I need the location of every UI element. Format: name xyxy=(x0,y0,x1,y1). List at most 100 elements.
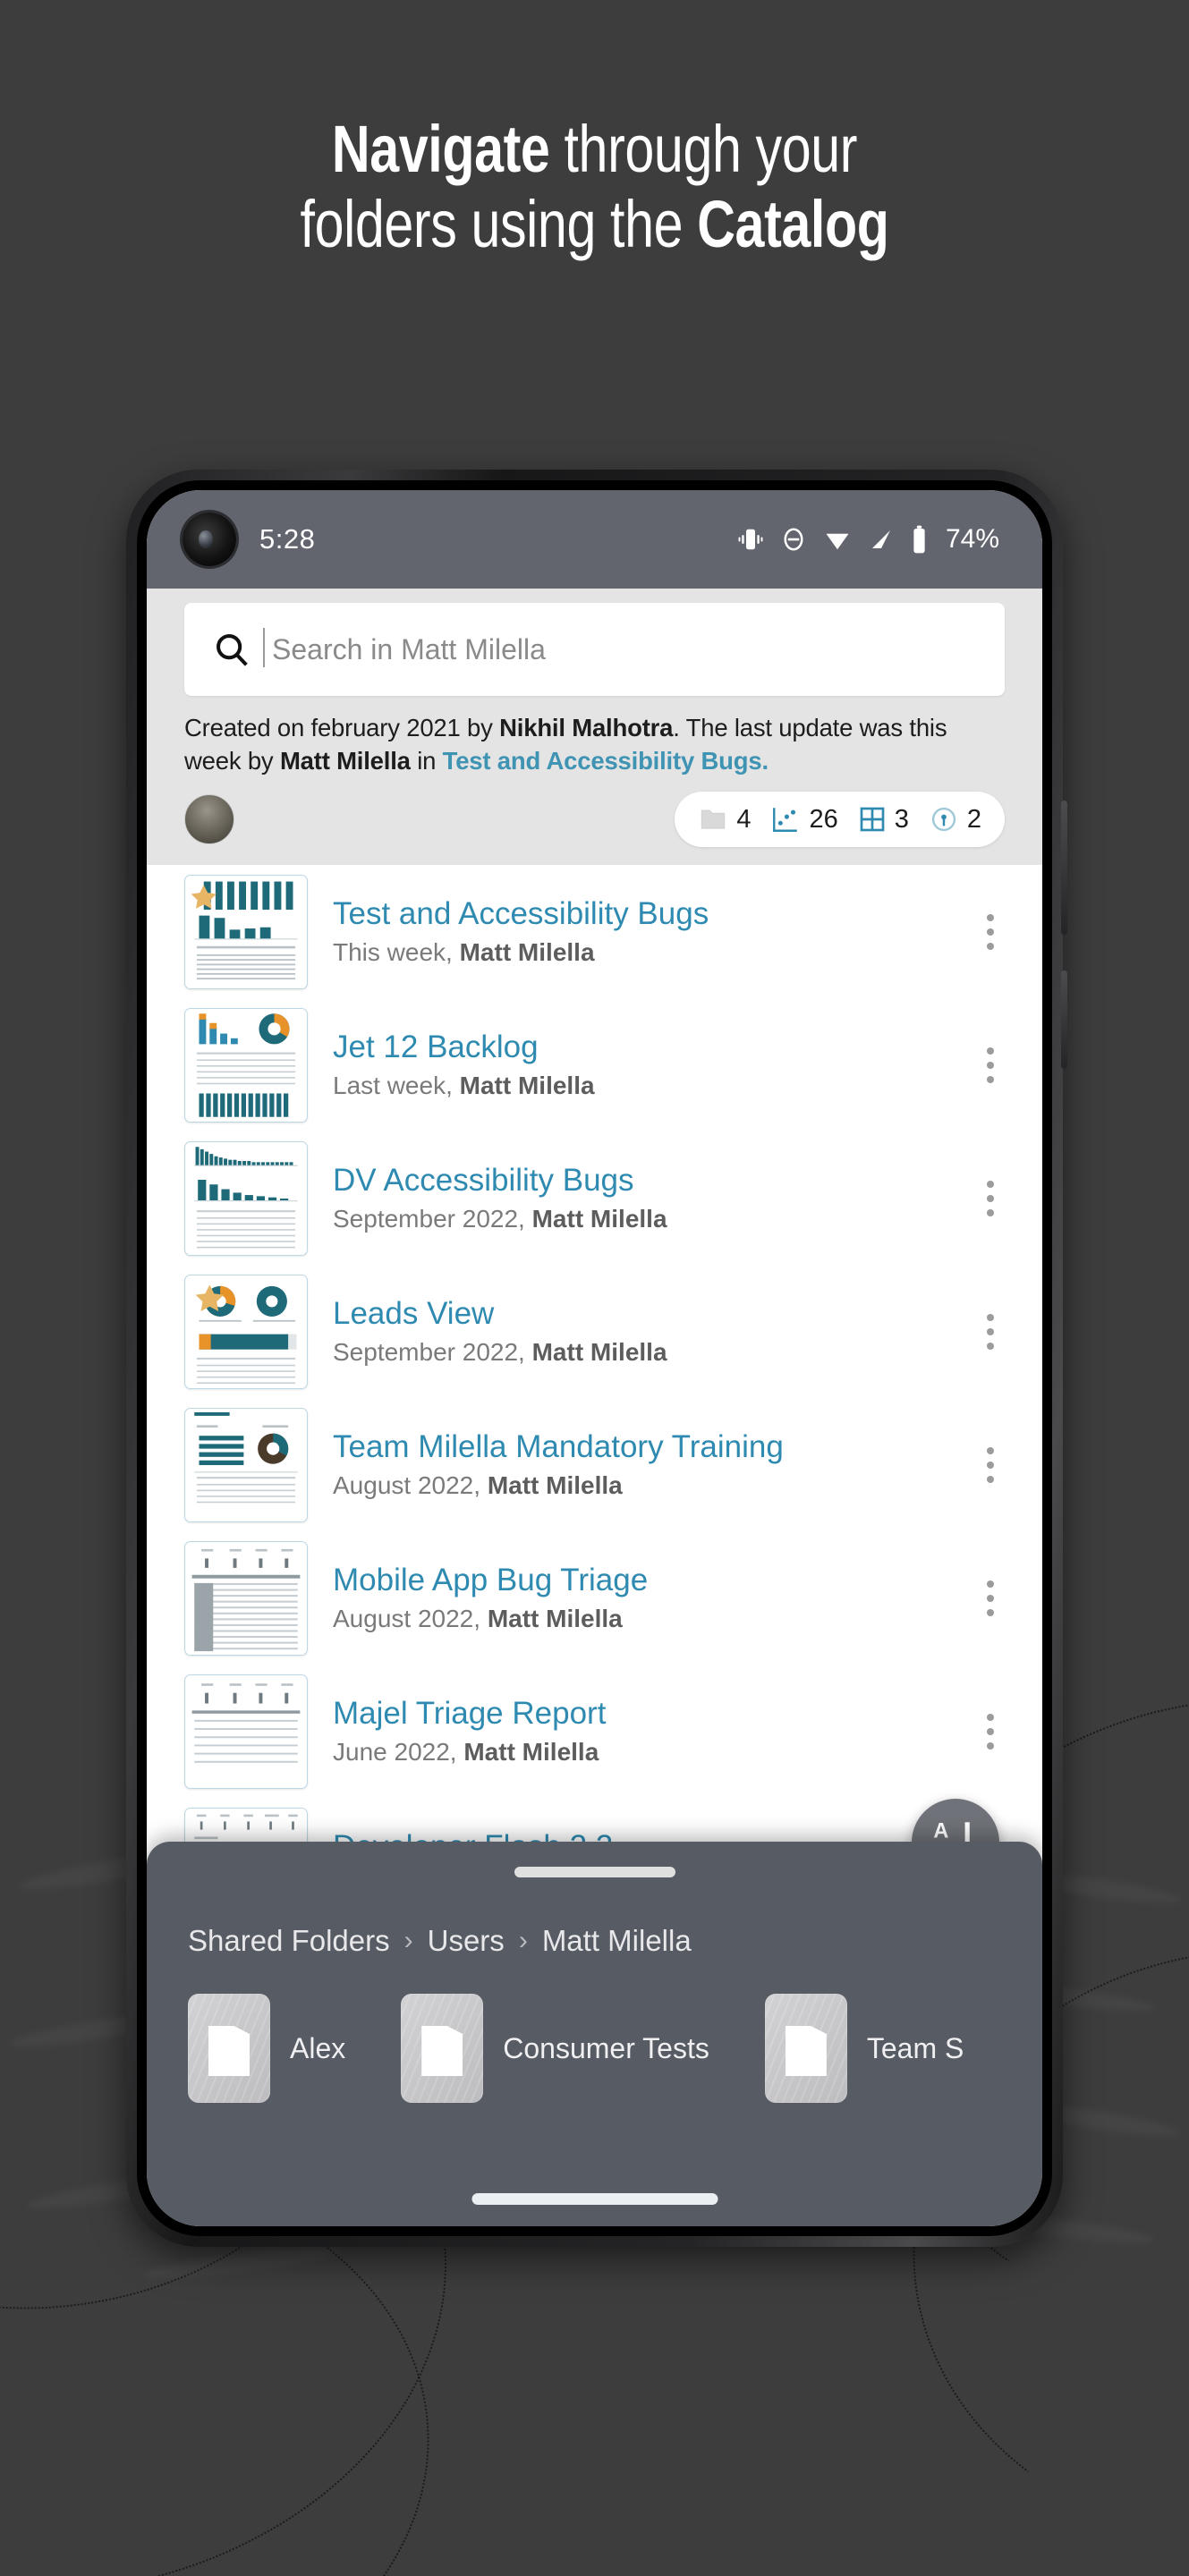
folder-chip-label: Team S xyxy=(866,2031,964,2064)
status-icon-group: 74% xyxy=(737,524,999,555)
list-item[interactable]: Jet 12 Backlog Last week, Matt Milella xyxy=(147,998,1042,1131)
sheet-drag-handle[interactable] xyxy=(514,1867,675,1877)
folder-chip-consumer-tests[interactable]: Consumer Tests xyxy=(401,1994,709,2103)
list-item[interactable]: Team Milella Mandatory Training August 2… xyxy=(147,1398,1042,1531)
item-thumbnail xyxy=(184,1274,308,1389)
power-button[interactable] xyxy=(1061,970,1067,1069)
item-more-options-button[interactable] xyxy=(972,1180,1015,1216)
item-author: Matt Milella xyxy=(487,1605,623,1633)
item-subtitle: This week, Matt Milella xyxy=(333,938,595,967)
catalog-header: Search in Matt Milella Created on februa… xyxy=(147,589,1042,866)
item-more-options-button[interactable] xyxy=(972,1580,1015,1616)
item-date: September 2022 xyxy=(333,1205,519,1233)
folder-chip-alex[interactable]: Alex xyxy=(188,1994,345,2103)
item-more-options-button[interactable] xyxy=(972,1713,1015,1750)
headline-emphasis-navigate: Navigate xyxy=(331,112,550,186)
stat-folders-value: 4 xyxy=(736,804,752,834)
item-title[interactable]: Jet 12 Backlog xyxy=(333,1030,972,1065)
item-date: August 2022 xyxy=(333,1605,474,1633)
stat-views-value: 26 xyxy=(809,804,838,834)
catalog-navigation-sheet[interactable]: Shared Folders › Users › Matt Milella Al… xyxy=(147,1842,1042,2226)
item-date: This week xyxy=(333,938,446,967)
item-more-options-button[interactable] xyxy=(972,1313,1015,1350)
meta-creator: Nikhil Malhotra xyxy=(499,714,674,741)
stat-views[interactable]: 26 xyxy=(770,804,838,835)
meta-location-link[interactable]: Test and Accessibility Bugs. xyxy=(443,747,769,775)
owner-and-stats-row: 4 26 3 2 xyxy=(184,777,1005,865)
stat-datasources[interactable]: 2 xyxy=(929,804,981,835)
item-date: Last week xyxy=(333,1072,446,1100)
headline-line-2: folders using the Catalog xyxy=(119,187,1070,262)
home-indicator[interactable] xyxy=(471,2193,718,2205)
stat-datasources-value: 2 xyxy=(966,804,981,834)
item-subtitle: Last week, Matt Milella xyxy=(333,1072,595,1100)
item-thumbnail xyxy=(184,1007,308,1123)
item-title[interactable]: Team Milella Mandatory Training xyxy=(333,1429,972,1465)
list-item[interactable]: Mobile App Bug Triage August 2022, Matt … xyxy=(147,1531,1042,1665)
item-title[interactable]: Majel Triage Report xyxy=(333,1696,972,1732)
item-title[interactable]: Mobile App Bug Triage xyxy=(333,1563,972,1598)
meta-in-word: in xyxy=(410,746,443,775)
item-subtitle: September 2022, Matt Milella xyxy=(333,1205,667,1233)
item-more-options-button[interactable] xyxy=(972,1046,1015,1083)
folder-icon xyxy=(764,1994,847,2103)
catalog-item-list[interactable]: Test and Accessibility Bugs This week, M… xyxy=(147,865,1042,1921)
item-thumbnail xyxy=(184,874,308,989)
item-title[interactable]: DV Accessibility Bugs xyxy=(333,1163,972,1199)
breadcrumb: Shared Folders › Users › Matt Milella xyxy=(147,1877,1042,1958)
item-author: Matt Milella xyxy=(459,938,595,967)
list-item[interactable]: Majel Triage Report June 2022, Matt Mile… xyxy=(147,1665,1042,1798)
list-item[interactable]: Leads View September 2022, Matt Milella xyxy=(147,1265,1042,1398)
volume-button[interactable] xyxy=(1061,801,1067,935)
folder-chip-label: Consumer Tests xyxy=(503,2031,709,2064)
item-date: September 2022 xyxy=(333,1338,519,1367)
cell-signal-icon xyxy=(871,530,890,548)
folder-metadata-text: Created on february 2021 by Nikhil Malho… xyxy=(184,712,1005,777)
dashboard-icon xyxy=(860,807,885,832)
folder-icon xyxy=(188,1994,270,2103)
list-item[interactable]: Test and Accessibility Bugs This week, M… xyxy=(147,865,1042,998)
stat-dashboards[interactable]: 3 xyxy=(858,805,909,835)
item-author: Matt Milella xyxy=(531,1338,667,1367)
front-camera-icon xyxy=(183,513,236,566)
headline-line-1-rest: through your xyxy=(549,112,858,186)
meta-prefix: Created on february 2021 by xyxy=(184,714,500,741)
chevron-right-icon: › xyxy=(403,1926,413,1955)
search-icon xyxy=(217,634,248,666)
item-thumbnail xyxy=(184,1140,308,1256)
item-more-options-button[interactable] xyxy=(972,1446,1015,1483)
list-item[interactable]: DV Accessibility Bugs September 2022, Ma… xyxy=(147,1131,1042,1265)
folder-icon xyxy=(401,1994,484,2103)
item-subtitle: August 2022, Matt Milella xyxy=(333,1471,623,1500)
headline-line-1: Navigate through your xyxy=(119,112,1070,187)
breadcrumb-item-matt-milella[interactable]: Matt Milella xyxy=(542,1924,692,1958)
item-title[interactable]: Leads View xyxy=(333,1296,972,1332)
item-thumbnail xyxy=(184,1674,308,1789)
status-bar: 5:28 74% xyxy=(147,490,1042,589)
status-clock: 5:28 xyxy=(259,523,316,555)
item-author: Matt Milella xyxy=(487,1471,623,1500)
item-subtitle: August 2022, Matt Milella xyxy=(333,1605,623,1633)
item-subtitle: September 2022, Matt Milella xyxy=(333,1338,667,1367)
folder-shortcut-row[interactable]: Alex Consumer Tests Team S xyxy=(147,1958,1042,2103)
folder-chip-team-s[interactable]: Team S xyxy=(764,1994,964,2103)
item-more-options-button[interactable] xyxy=(972,913,1015,950)
battery-percent-label: 74% xyxy=(945,524,999,554)
item-thumbnail xyxy=(184,1540,308,1656)
breadcrumb-item-users[interactable]: Users xyxy=(428,1924,505,1958)
headline-line-2-rest: folders using the xyxy=(300,187,698,262)
item-title[interactable]: Test and Accessibility Bugs xyxy=(333,896,972,932)
avatar[interactable] xyxy=(184,794,234,845)
search-bar[interactable]: Search in Matt Milella xyxy=(184,603,1005,696)
breadcrumb-item-shared-folders[interactable]: Shared Folders xyxy=(188,1924,390,1958)
item-author: Matt Milella xyxy=(463,1738,599,1767)
datasource-icon xyxy=(931,808,955,832)
item-date: August 2022 xyxy=(333,1471,474,1500)
search-input[interactable]: Search in Matt Milella xyxy=(263,627,546,667)
wifi-icon xyxy=(826,533,849,550)
stat-dashboards-value: 3 xyxy=(894,804,909,834)
meta-updater: Matt Milella xyxy=(279,746,411,775)
content-stats-pill: 4 26 3 2 xyxy=(675,792,1005,848)
stat-folders[interactable]: 4 xyxy=(698,804,751,835)
item-author: Matt Milella xyxy=(459,1072,595,1100)
